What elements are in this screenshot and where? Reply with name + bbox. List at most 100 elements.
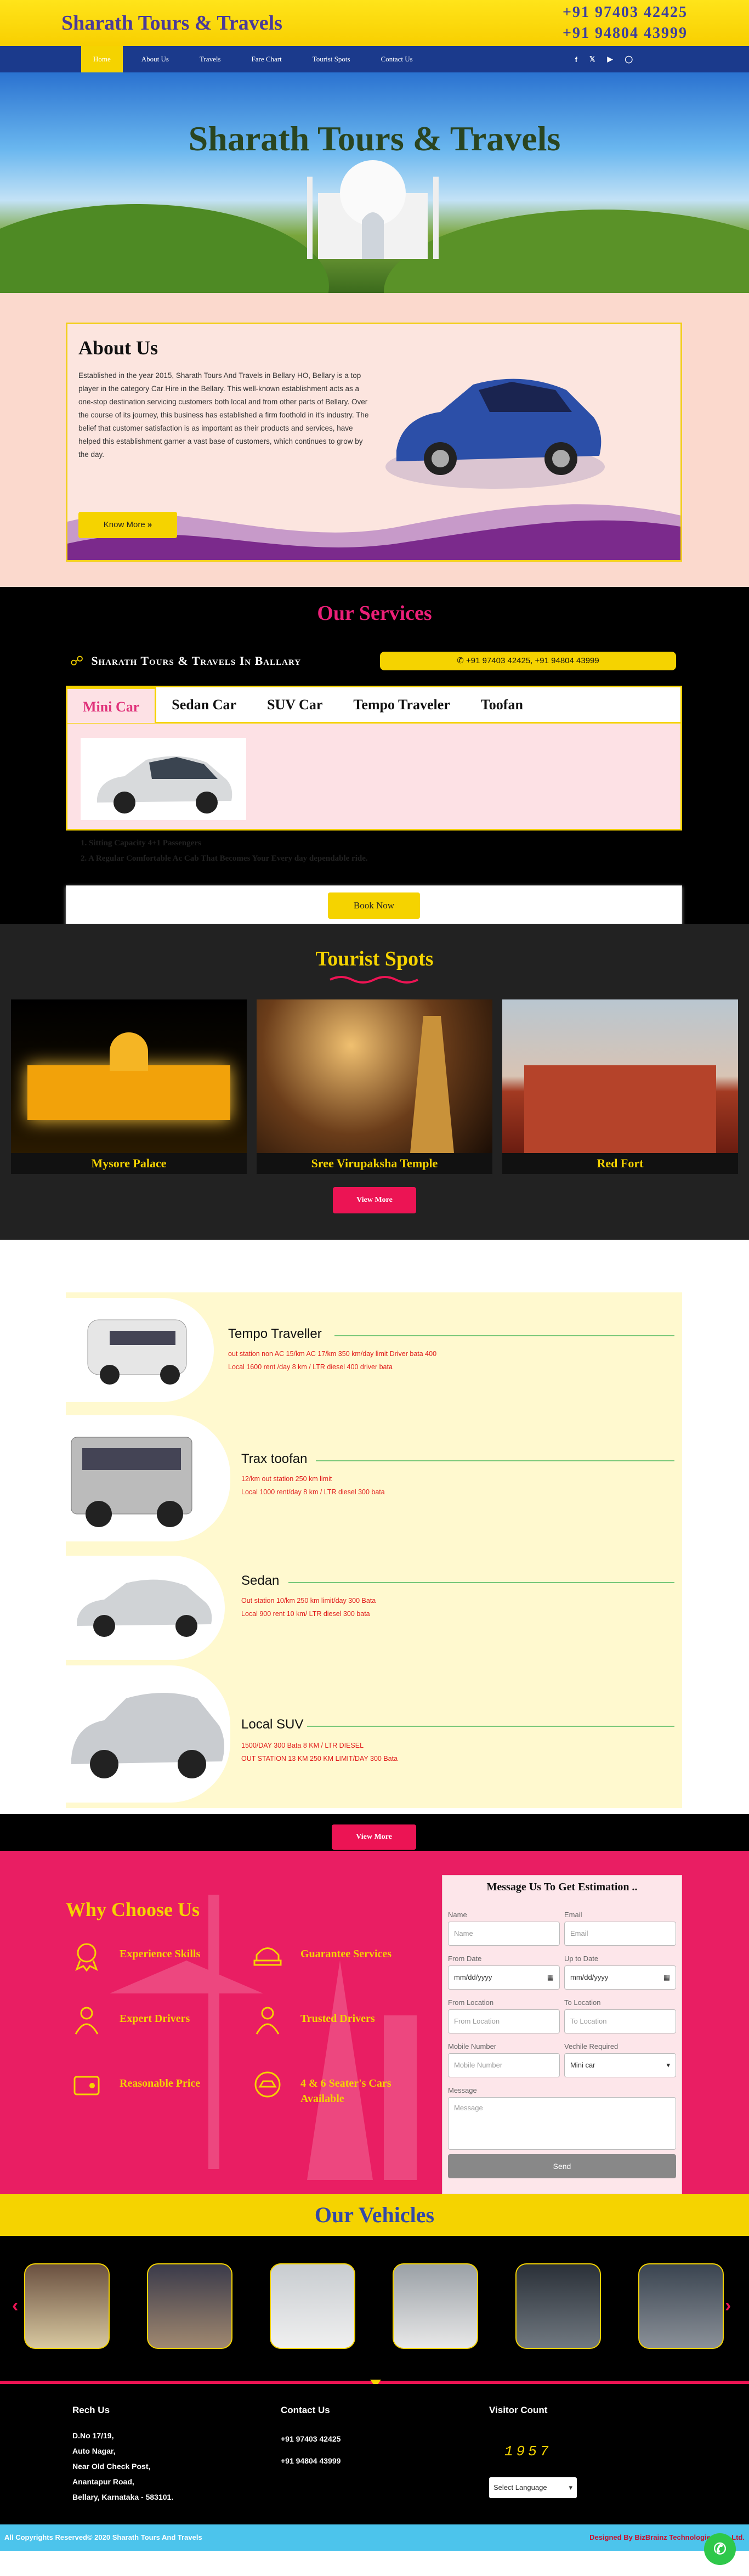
why-label: Expert Drivers [120, 2013, 190, 2025]
tab-sedan-car[interactable]: Sedan Car [156, 687, 252, 723]
vehicles-view-more-button[interactable]: View More [332, 1824, 416, 1850]
why-label: Guarantee Services [300, 1948, 392, 1960]
vehicle-local-suv: Local SUV 1500/DAY 300 Bata 8 KM / LTR D… [66, 1665, 682, 1803]
gallery-thumb[interactable] [147, 2263, 232, 2349]
vehicle-detail: out station non AC 15/km AC 17/km 350 km… [228, 1350, 437, 1358]
label-vehicle: Vechile Required [564, 2042, 619, 2050]
twitter-icon[interactable]: 𝕏 [589, 55, 595, 64]
label-mobile: Mobile Number [448, 2042, 497, 2050]
gallery-thumb[interactable] [393, 2263, 478, 2349]
label-from-date: From Date [448, 1954, 482, 1963]
spot-virupaksha-temple[interactable]: Sree Virupaksha Temple [257, 999, 492, 1174]
brand-logo[interactable]: Sharath Tours & Travels [61, 11, 282, 35]
nav-contact[interactable]: Contact Us [369, 46, 425, 72]
why-label: Experience Skills [120, 1948, 201, 1960]
nav-tourist-spots[interactable]: Tourist Spots [300, 46, 362, 72]
youtube-icon[interactable]: ▶ [607, 55, 612, 64]
contact-phone[interactable]: +91 97403 42425 [281, 2428, 341, 2450]
services-title: Our Services [317, 602, 432, 625]
label-to-date: Up to Date [564, 1954, 599, 1963]
mobile-input[interactable]: Mobile Number [448, 2053, 560, 2077]
why-experience: Experience Skills [70, 1939, 246, 1971]
send-button[interactable]: Send [448, 2154, 676, 2178]
skills-icon [75, 1943, 98, 1971]
tab-row: Mini Car Sedan Car SUV Car Tempo Travele… [67, 686, 680, 724]
why-expert-drivers: Expert Drivers [70, 2003, 246, 2036]
gallery-thumb[interactable] [24, 2263, 110, 2349]
vehicle-name: Tempo Traveller [228, 1326, 322, 1341]
address-line: Bellary, Karnataka - 583101. [72, 2493, 174, 2501]
message-textarea[interactable]: Message [448, 2097, 676, 2150]
tourist-view-more-button[interactable]: View More [333, 1187, 416, 1213]
nav-travels[interactable]: Travels [188, 46, 233, 72]
car-image [385, 379, 605, 489]
why-title: Why Choose Us [66, 1899, 200, 1920]
services-section: Our Services ☍ Sharath Tours & Travels I… [0, 587, 749, 926]
vehicle-detail: 12/km out station 250 km limit [241, 1475, 332, 1483]
vehicle-detail: OUT STATION 13 KM 250 KM LIMIT/DAY 300 B… [241, 1755, 398, 1762]
calendar-icon[interactable]: ▦ [547, 1966, 554, 1989]
email-input[interactable]: Email [564, 1922, 676, 1946]
language-select[interactable]: Select Language ▾ [489, 2477, 577, 2498]
calendar-icon[interactable]: ▦ [663, 1966, 670, 1989]
steering-icon: ☍ [70, 653, 84, 669]
tab-mini-car[interactable]: Mini Car [67, 686, 157, 723]
gallery-thumb[interactable] [270, 2263, 355, 2349]
book-bar: Book Now [66, 885, 682, 926]
whatsapp-icon[interactable]: ✆ [704, 2533, 736, 2565]
spot-mysore-palace[interactable]: Mysore Palace [11, 999, 247, 1174]
prev-arrow-icon[interactable]: ‹ [12, 2295, 18, 2317]
phone-2[interactable]: +91 94804 43999 [563, 23, 688, 44]
nav-home[interactable]: Home [81, 46, 123, 72]
vehicle-image [66, 1556, 225, 1660]
driver-icon [75, 2007, 99, 2035]
next-arrow-icon[interactable]: › [725, 2295, 731, 2317]
facebook-icon[interactable]: f [575, 55, 577, 64]
address-line: D.No 17/19, [72, 2431, 114, 2440]
to-location-input[interactable]: To Location [564, 2009, 676, 2033]
gallery-thumb[interactable] [515, 2263, 601, 2349]
red-fort-image [502, 999, 738, 1153]
phone-1[interactable]: +91 97403 42425 [563, 2, 688, 23]
vehicle-list-section: Tempo Traveller out station non AC 15/km… [0, 1240, 749, 1851]
tab-toofan[interactable]: Toofan [466, 687, 538, 723]
spot-caption: Red Fort [502, 1153, 738, 1174]
about-card: About Us Established in the year 2015, S… [66, 323, 682, 562]
vehicle-tabs: Mini Car Sedan Car SUV Car Tempo Travele… [66, 686, 682, 863]
from-date-input[interactable]: mm/dd/yyyy ▦ [448, 1965, 560, 1990]
services-brand: Sharath Tours & Travels In Ballary [91, 654, 302, 668]
name-input[interactable]: Name [448, 1922, 560, 1946]
from-location-input[interactable]: From Location [448, 2009, 560, 2033]
vehicle-detail: Local 1600 rent /day 8 km / LTR diesel 4… [228, 1363, 393, 1371]
services-phone[interactable]: ✆ +91 97403 42425, +91 94804 43999 [380, 652, 676, 670]
social-links: f 𝕏 ▶ ◯ [563, 46, 633, 72]
nav-about[interactable]: About Us [129, 46, 181, 72]
know-more-button[interactable]: Know More » [78, 512, 177, 538]
copyright-bar: All Copyrights Reserved© 2020 Sharath To… [0, 2524, 749, 2551]
main-nav: Home About Us Travels Fare Chart Tourist… [0, 46, 749, 72]
vehicle-detail: Out station 10/km 250 km limit/day 300 B… [241, 1597, 376, 1605]
address-line: Auto Nagar, [72, 2447, 116, 2455]
contact-phone[interactable]: +91 94804 43999 [281, 2450, 341, 2472]
vehicle-detail: Local 1000 rent/day 8 km / LTR diesel 30… [241, 1488, 385, 1496]
nav-fare-chart[interactable]: Fare Chart [240, 46, 294, 72]
tab-tempo-traveler[interactable]: Tempo Traveler [338, 687, 465, 723]
divider [307, 1726, 674, 1727]
divider [334, 1335, 674, 1336]
chevron-down-icon: ▾ [569, 2483, 572, 2492]
spot-red-fort[interactable]: Red Fort [502, 999, 738, 1174]
copyright-text: All Copyrights Reserved© 2020 Sharath To… [4, 2533, 202, 2541]
tab-suv-car[interactable]: SUV Car [252, 687, 338, 723]
phone-icon: ✆ [457, 656, 464, 665]
label-to-location: To Location [564, 1998, 601, 2007]
to-date-input[interactable]: mm/dd/yyyy ▦ [564, 1965, 676, 1990]
book-now-button[interactable]: Book Now [328, 892, 420, 919]
gallery-thumb[interactable] [638, 2263, 724, 2349]
squiggle-underline [330, 976, 418, 984]
spot-caption: Sree Virupaksha Temple [257, 1153, 492, 1174]
why-seater-cars: 4 & 6 Seater's Cars Available [251, 2068, 427, 2105]
feature-2: 2. A Regular Comfortable Ac Cab That Bec… [81, 854, 368, 863]
vehicle-select[interactable]: Mini car ▾ [564, 2053, 676, 2077]
instagram-icon[interactable]: ◯ [625, 55, 633, 64]
why-choose-section: Why Choose Us Experience Skills Guarante… [0, 1851, 749, 2194]
